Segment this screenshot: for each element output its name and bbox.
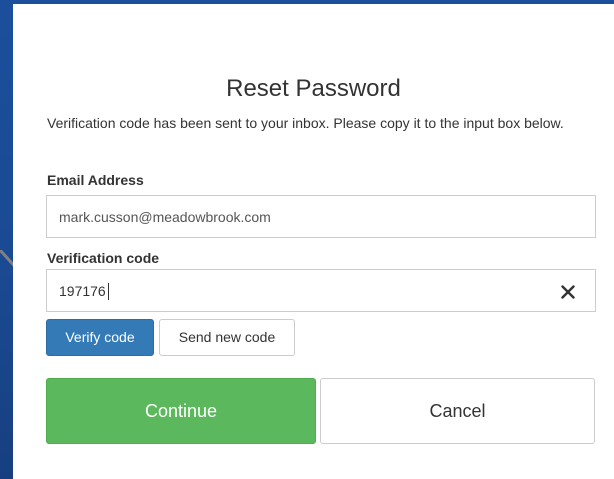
page-title: Reset Password	[226, 75, 401, 102]
verification-code-input[interactable]	[46, 269, 596, 312]
verify-code-button[interactable]: Verify code	[46, 319, 154, 356]
text-cursor	[108, 283, 109, 300]
send-new-code-button[interactable]: Send new code	[159, 319, 295, 356]
email-field[interactable]	[46, 195, 596, 238]
continue-button[interactable]: Continue	[46, 378, 316, 444]
verification-code-label: Verification code	[47, 250, 160, 266]
reset-password-panel: Reset Password Verification code has bee…	[13, 4, 614, 479]
info-message: Verification code has been sent to your …	[47, 115, 564, 131]
close-icon[interactable]	[554, 278, 582, 306]
cancel-button[interactable]: Cancel	[320, 378, 595, 444]
email-label: Email Address	[47, 172, 144, 188]
